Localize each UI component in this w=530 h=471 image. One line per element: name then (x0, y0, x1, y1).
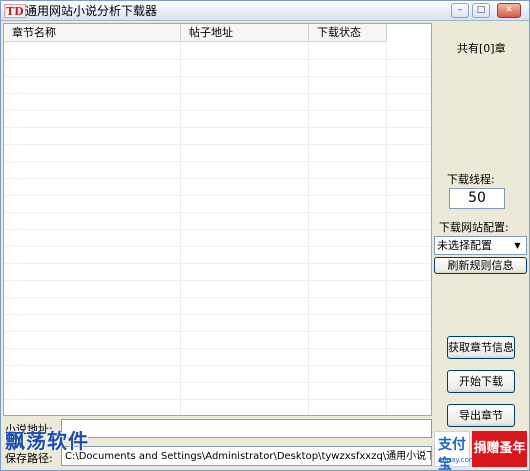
column-divider (308, 43, 309, 415)
column-header-post-url[interactable]: 帖子地址 (181, 24, 309, 42)
close-button[interactable]: ✕ (497, 3, 521, 18)
title-bar[interactable]: TD 通用网站小说分析下载器 – □ ✕ (1, 1, 529, 21)
maximize-button[interactable]: □ (472, 3, 490, 18)
table-body[interactable] (4, 43, 431, 415)
novel-url-input[interactable] (61, 419, 432, 438)
threads-label: 下载线程: (447, 173, 495, 186)
table-header: 章节名称 帖子地址 下载状态 (4, 24, 387, 42)
donate-button[interactable]: 捐赠蚤年 (472, 431, 527, 467)
alipay-logo: 支付宝 (438, 437, 466, 471)
alipay-url: Alipay.com (438, 456, 476, 464)
column-header-chapter-name[interactable]: 章节名称 (4, 24, 181, 42)
column-divider (386, 43, 387, 415)
minimize-button[interactable]: – (451, 3, 469, 18)
fetch-chapters-button[interactable]: 获取章节信息 (447, 336, 515, 359)
chevron-down-icon[interactable]: ▼ (510, 238, 525, 253)
column-header-download-status[interactable]: 下载状态 (309, 24, 387, 42)
column-divider (180, 43, 181, 415)
save-path-input[interactable]: C:\Documents and Settings\Administrator\… (61, 446, 432, 466)
threads-input[interactable]: 50 (449, 188, 505, 209)
site-config-selected: 未选择配置 (437, 239, 492, 252)
refresh-rules-button[interactable]: 刷新规则信息 (434, 257, 527, 274)
site-config-select[interactable]: 未选择配置 ▼ (434, 236, 527, 255)
app-window: TD 通用网站小说分析下载器 – □ ✕ 章节名称 帖子地址 下载状态 共有[0… (0, 0, 530, 471)
site-config-label: 下载网站配置: (439, 221, 509, 234)
watermark-logo: 飘荡软件 (5, 429, 89, 453)
export-chapters-button[interactable]: 导出章节 (447, 404, 515, 427)
start-download-button[interactable]: 开始下载 (447, 370, 515, 393)
app-logo-icon: TD (4, 4, 26, 18)
save-path-value: C:\Documents and Settings\Administrator\… (65, 451, 431, 462)
chapter-count-label: 共有[0]章 (457, 42, 506, 55)
alipay-badge[interactable]: 支付宝 Alipay.com (434, 431, 476, 471)
chapter-table[interactable]: 章节名称 帖子地址 下载状态 (3, 23, 432, 416)
window-title: 通用网站小说分析下载器 (25, 4, 158, 18)
